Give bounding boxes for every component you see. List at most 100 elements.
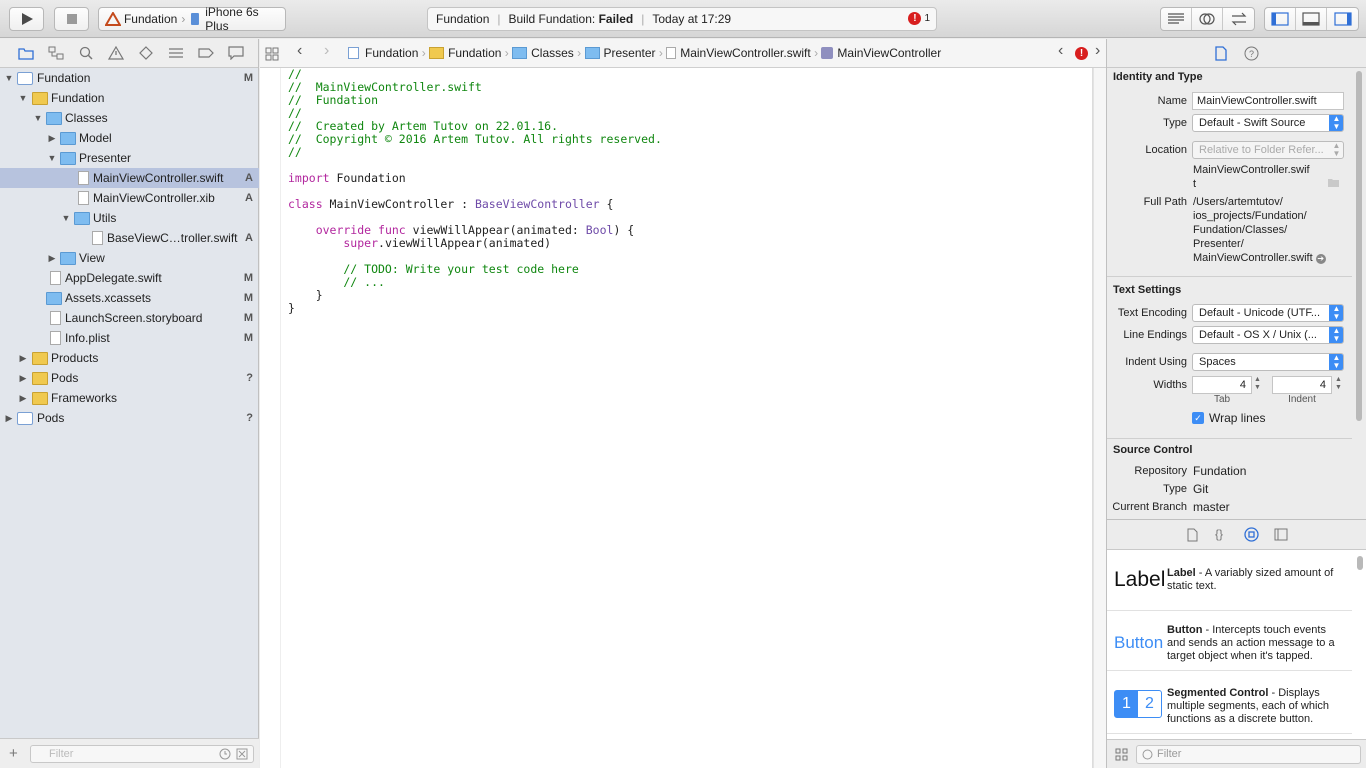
breakpoint-icon[interactable]	[196, 44, 215, 62]
folder-icon[interactable]	[16, 44, 35, 62]
toggle-debug-button[interactable]	[1296, 8, 1327, 30]
issue-icon[interactable]: !	[1075, 47, 1088, 60]
disclosure-open-icon[interactable]: ▼	[18, 93, 28, 103]
code-line[interactable]: }	[288, 302, 662, 315]
line-endings-popup[interactable]: Default - OS X / Unix (... ▲ ▼	[1192, 326, 1344, 344]
source-editor[interactable]: //// MainViewController.swift// Fundatio…	[260, 68, 1093, 768]
code-snippet-icon[interactable]: {}	[1215, 527, 1223, 541]
tree-item[interactable]: ▶ Pods ?	[0, 368, 259, 388]
tree-item[interactable]: ▼ Fundation M	[0, 68, 259, 88]
library-item-segmented-control[interactable]: 1 2 Segmented Control - Displays multipl…	[1107, 674, 1352, 734]
disclosure-closed-icon[interactable]: ▶	[47, 133, 57, 144]
symbol-icon[interactable]	[46, 44, 65, 62]
reveal-arrow-icon[interactable]: ➔	[1315, 254, 1326, 264]
tree-item[interactable]: MainViewController.xib A	[0, 188, 259, 208]
disclosure-closed-icon[interactable]: ▶	[47, 253, 57, 264]
tree-item[interactable]: ▼ Presenter	[0, 148, 259, 168]
tree-item[interactable]: ▶ Products	[0, 348, 259, 368]
toggle-navigator-button[interactable]	[1265, 8, 1296, 30]
activity-view[interactable]: Fundation | Build Fundation: Failed | To…	[427, 7, 937, 31]
object-library-icon[interactable]	[1244, 527, 1259, 542]
scroll-thumb[interactable]	[1357, 556, 1363, 570]
choose-folder-icon[interactable]	[1327, 178, 1340, 188]
add-icon[interactable]: +	[9, 745, 18, 762]
next-issue-icon[interactable]: ›	[1095, 42, 1100, 60]
debug-icon[interactable]	[166, 44, 185, 62]
disclosure-open-icon[interactable]: ▼	[61, 213, 71, 223]
previous-issue-icon[interactable]: ‹	[1058, 42, 1063, 60]
library-item-label[interactable]: Label Label - A variably sized amount of…	[1107, 551, 1352, 611]
breadcrumb-item[interactable]: Classes	[531, 46, 574, 60]
tree-item[interactable]: ▶ Pods ?	[0, 408, 259, 428]
code-line[interactable]: // Copyright © 2016 Artem Tutov. All rig…	[288, 133, 662, 146]
assistant-editor-button[interactable]	[1192, 8, 1223, 30]
tree-item-selected[interactable]: MainViewController.swift A	[0, 168, 259, 188]
inspector-scrollbar[interactable]	[1352, 69, 1366, 519]
breadcrumb-item[interactable]: Presenter	[604, 46, 656, 60]
back-icon[interactable]: ‹	[297, 42, 302, 60]
editor-scrollbar[interactable]	[1093, 68, 1106, 768]
code-line[interactable]: super.viewWillAppear(animated)	[288, 237, 662, 250]
tree-item[interactable]: ▶ View	[0, 248, 259, 268]
disclosure-closed-icon[interactable]: ▶	[18, 393, 28, 404]
gutter[interactable]	[260, 68, 281, 768]
run-button[interactable]	[9, 7, 44, 31]
library-filter-input[interactable]: Filter	[1136, 745, 1361, 764]
grid-view-icon[interactable]	[1115, 748, 1128, 761]
disclosure-closed-icon[interactable]: ▶	[4, 413, 14, 424]
disclosure-closed-icon[interactable]: ▶	[18, 373, 28, 384]
stop-button[interactable]	[54, 7, 89, 31]
code-line[interactable]: import Foundation	[288, 172, 662, 185]
report-icon[interactable]	[226, 44, 245, 62]
media-library-icon[interactable]	[1274, 528, 1288, 541]
tab-width-stepper[interactable]: ▲ ▼	[1254, 376, 1261, 392]
related-items-icon[interactable]	[265, 47, 279, 61]
forward-icon[interactable]: ›	[324, 42, 329, 60]
scheme-selector[interactable]: Fundation › iPhone 6s Plus	[98, 5, 286, 33]
type-popup[interactable]: Default - Swift Source ▲ ▼	[1192, 114, 1344, 132]
tree-item[interactable]: ▶ Frameworks	[0, 388, 259, 408]
tree-item[interactable]: ▼ Fundation	[0, 88, 259, 108]
scm-filter-icon[interactable]	[236, 748, 248, 760]
wrap-lines-checkbox[interactable]: ✓ Wrap lines	[1192, 411, 1265, 425]
breadcrumb-item[interactable]: MainViewController.swift	[680, 46, 811, 60]
tree-item[interactable]: Info.plist M	[0, 328, 259, 348]
disclosure-open-icon[interactable]: ▼	[4, 73, 14, 83]
encoding-popup[interactable]: Default - Unicode (UTF... ▲ ▼	[1192, 304, 1344, 322]
breadcrumb-item[interactable]: Fundation	[448, 46, 501, 60]
location-popup[interactable]: Relative to Folder Refer... ▲ ▼	[1192, 141, 1344, 159]
tree-item[interactable]: ▶ Model	[0, 128, 259, 148]
tree-item[interactable]: AppDelegate.swift M	[0, 268, 259, 288]
tree-item[interactable]: ▼ Classes	[0, 108, 259, 128]
toggle-utilities-button[interactable]	[1327, 8, 1358, 30]
code-line[interactable]: // ...	[288, 276, 662, 289]
navigator-filter-input[interactable]: Filter	[30, 745, 254, 763]
editor-mode-control[interactable]	[1160, 7, 1255, 31]
indent-width-stepper[interactable]: ▲ ▼	[1335, 376, 1342, 392]
warning-icon[interactable]	[106, 44, 125, 62]
tree-item[interactable]: LaunchScreen.storyboard M	[0, 308, 259, 328]
test-icon[interactable]	[136, 44, 155, 62]
standard-editor-button[interactable]	[1161, 8, 1192, 30]
tree-item[interactable]: BaseViewC…troller.swift A	[0, 228, 259, 248]
recent-icon[interactable]	[219, 748, 231, 760]
disclosure-closed-icon[interactable]: ▶	[18, 353, 28, 364]
version-editor-button[interactable]	[1223, 8, 1254, 30]
error-indicator[interactable]: ! 1	[908, 12, 930, 25]
library-item-button[interactable]: Button Button - Intercepts touch events …	[1107, 611, 1352, 671]
disclosure-open-icon[interactable]: ▼	[47, 153, 57, 163]
help-icon[interactable]: ?	[1244, 46, 1259, 61]
code-line[interactable]: //	[288, 146, 662, 159]
indent-using-popup[interactable]: Spaces ▲ ▼	[1192, 353, 1344, 371]
scroll-thumb[interactable]	[1356, 71, 1362, 421]
breadcrumb-item[interactable]: MainViewController	[837, 46, 941, 60]
disclosure-open-icon[interactable]: ▼	[33, 113, 43, 123]
file-template-icon[interactable]	[1187, 528, 1198, 542]
tree-item[interactable]: Assets.xcassets M	[0, 288, 259, 308]
file-icon[interactable]	[1215, 46, 1227, 61]
search-icon[interactable]	[76, 44, 95, 62]
breadcrumb-item[interactable]: Fundation	[365, 46, 418, 60]
code-line[interactable]: // Fundation	[288, 94, 662, 107]
tree-item[interactable]: ▼ Utils	[0, 208, 259, 228]
view-toggles[interactable]	[1264, 7, 1359, 31]
